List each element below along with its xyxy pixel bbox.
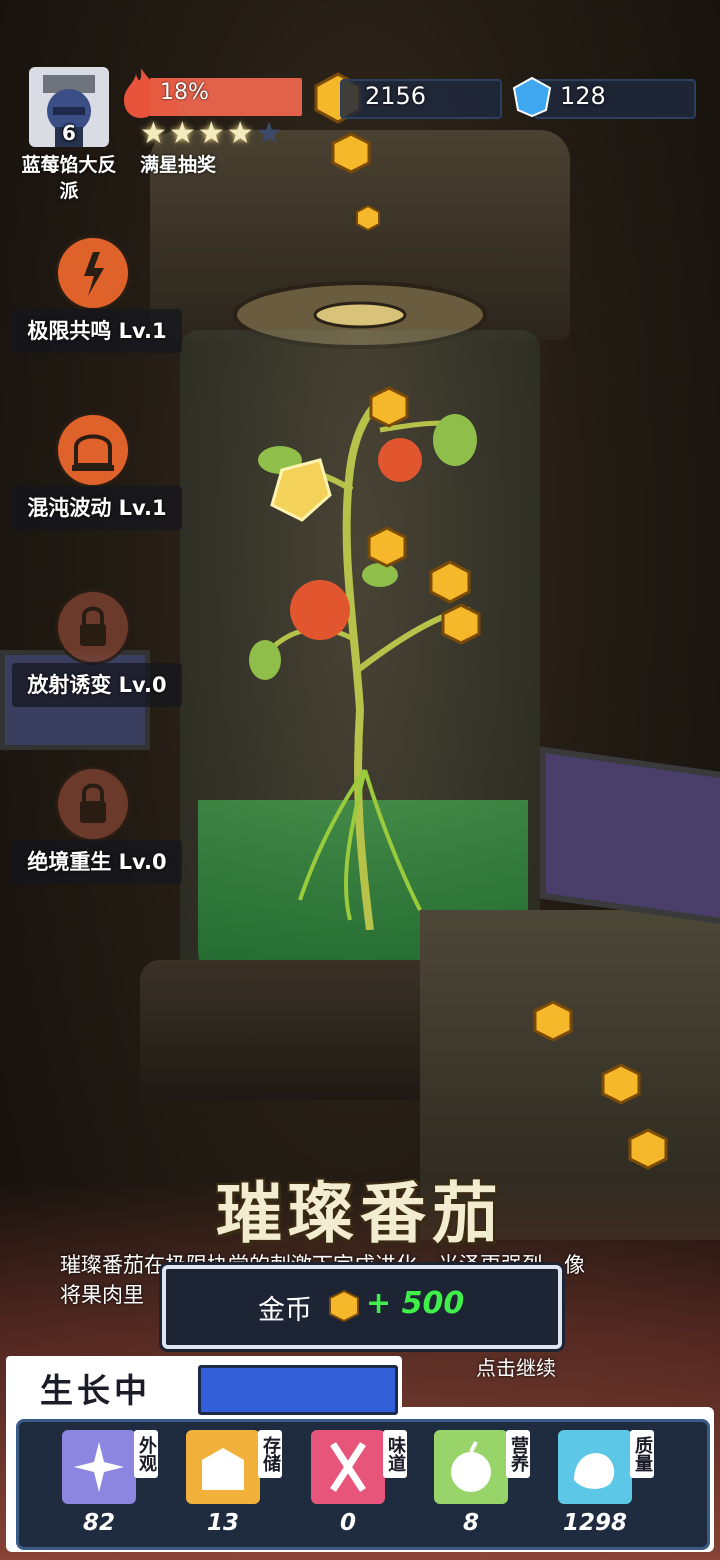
coin-icon xyxy=(441,603,481,645)
tomato-icon xyxy=(290,580,350,640)
tomato-plant[interactable] xyxy=(240,370,500,930)
skill-desperate-rebirth-label: 绝境重生 Lv.0 xyxy=(12,840,182,884)
stat-tag: 存储 xyxy=(258,1430,282,1478)
utensils-icon xyxy=(330,1442,366,1492)
reward-amount: + 500 xyxy=(366,1286,465,1321)
skill-limit-resonance-label: 极限共鸣 Lv.1 xyxy=(12,309,182,353)
stat-value: 13 xyxy=(206,1510,239,1536)
stat-value: 1298 xyxy=(562,1510,627,1536)
stat-tag: 味道 xyxy=(383,1430,407,1478)
star-icon: ★ xyxy=(168,116,196,151)
skill-limit-resonance-button[interactable] xyxy=(58,238,128,308)
fruit-icon xyxy=(451,1441,491,1492)
coin-icon xyxy=(601,1063,641,1105)
lock-icon xyxy=(80,606,106,646)
coin-icon xyxy=(429,560,471,604)
stat-value: 82 xyxy=(82,1510,115,1536)
coin-icon xyxy=(369,386,409,428)
coin-icon xyxy=(356,205,380,231)
star-rating: ★ ★ ★ ★ ★ xyxy=(140,117,283,151)
stat-tile-2[interactable] xyxy=(311,1430,385,1504)
coin-count: 2156 xyxy=(365,82,427,110)
coin-icon xyxy=(331,132,371,174)
star-icon: ★ xyxy=(226,116,254,151)
stat-tag: 营养 xyxy=(506,1430,530,1478)
stat-tile-3[interactable] xyxy=(434,1430,508,1504)
skill-chaos-wave-button[interactable] xyxy=(58,415,128,485)
stat-tag: 质量 xyxy=(630,1430,654,1478)
muscle-icon xyxy=(574,1453,615,1489)
skill-chaos-wave-label: 混沌波动 Lv.1 xyxy=(12,486,182,530)
dome-plant-icon xyxy=(72,434,114,471)
player-level: 6 xyxy=(62,121,76,145)
stat-tag: 外观 xyxy=(134,1430,158,1478)
stat-value: 8 xyxy=(462,1510,479,1536)
reward-popup[interactable] xyxy=(162,1265,562,1349)
growth-status-label: 生长中 xyxy=(40,1371,151,1410)
player-name: 蓝莓馅大反派 xyxy=(21,154,117,202)
growth-status-bar xyxy=(198,1365,398,1415)
star-icon: ★ xyxy=(255,116,283,151)
coin-icon xyxy=(533,1000,573,1042)
gem-count: 128 xyxy=(560,82,606,110)
gem-counter[interactable] xyxy=(534,79,696,119)
star-icon: ★ xyxy=(197,116,225,151)
stat-tile-4[interactable] xyxy=(558,1430,632,1504)
skill-radiation-mutation-button[interactable] xyxy=(58,592,128,662)
box-icon xyxy=(202,1448,244,1490)
growth-progress-text: 18% xyxy=(160,80,209,105)
coin-icon xyxy=(367,526,407,568)
fruit-title: 璀璨番茄 xyxy=(216,1175,504,1252)
lock-icon xyxy=(80,783,106,823)
right-monitor xyxy=(540,746,720,926)
reward-name: 金币 xyxy=(258,1295,312,1326)
fruit-description-line-2: 将果肉里 xyxy=(60,1283,144,1307)
full-star-reward-label[interactable]: 满星抽奖 xyxy=(140,150,216,177)
coin-icon xyxy=(329,1290,359,1322)
skill-desperate-rebirth-button[interactable] xyxy=(58,769,128,839)
sparkle-icon xyxy=(74,1442,124,1492)
tap-to-continue[interactable]: 点击继续 xyxy=(476,1352,556,1381)
skill-radiation-mutation-label: 放射诱变 Lv.0 xyxy=(12,663,182,707)
lightning-plant-icon xyxy=(84,252,104,296)
gem-icon xyxy=(512,76,552,118)
player-avatar[interactable]: 6 xyxy=(29,67,109,147)
stat-tile-1[interactable] xyxy=(186,1430,260,1504)
stat-tile-0[interactable] xyxy=(62,1430,136,1504)
stat-value: 0 xyxy=(339,1510,356,1536)
star-icon: ★ xyxy=(140,116,167,151)
